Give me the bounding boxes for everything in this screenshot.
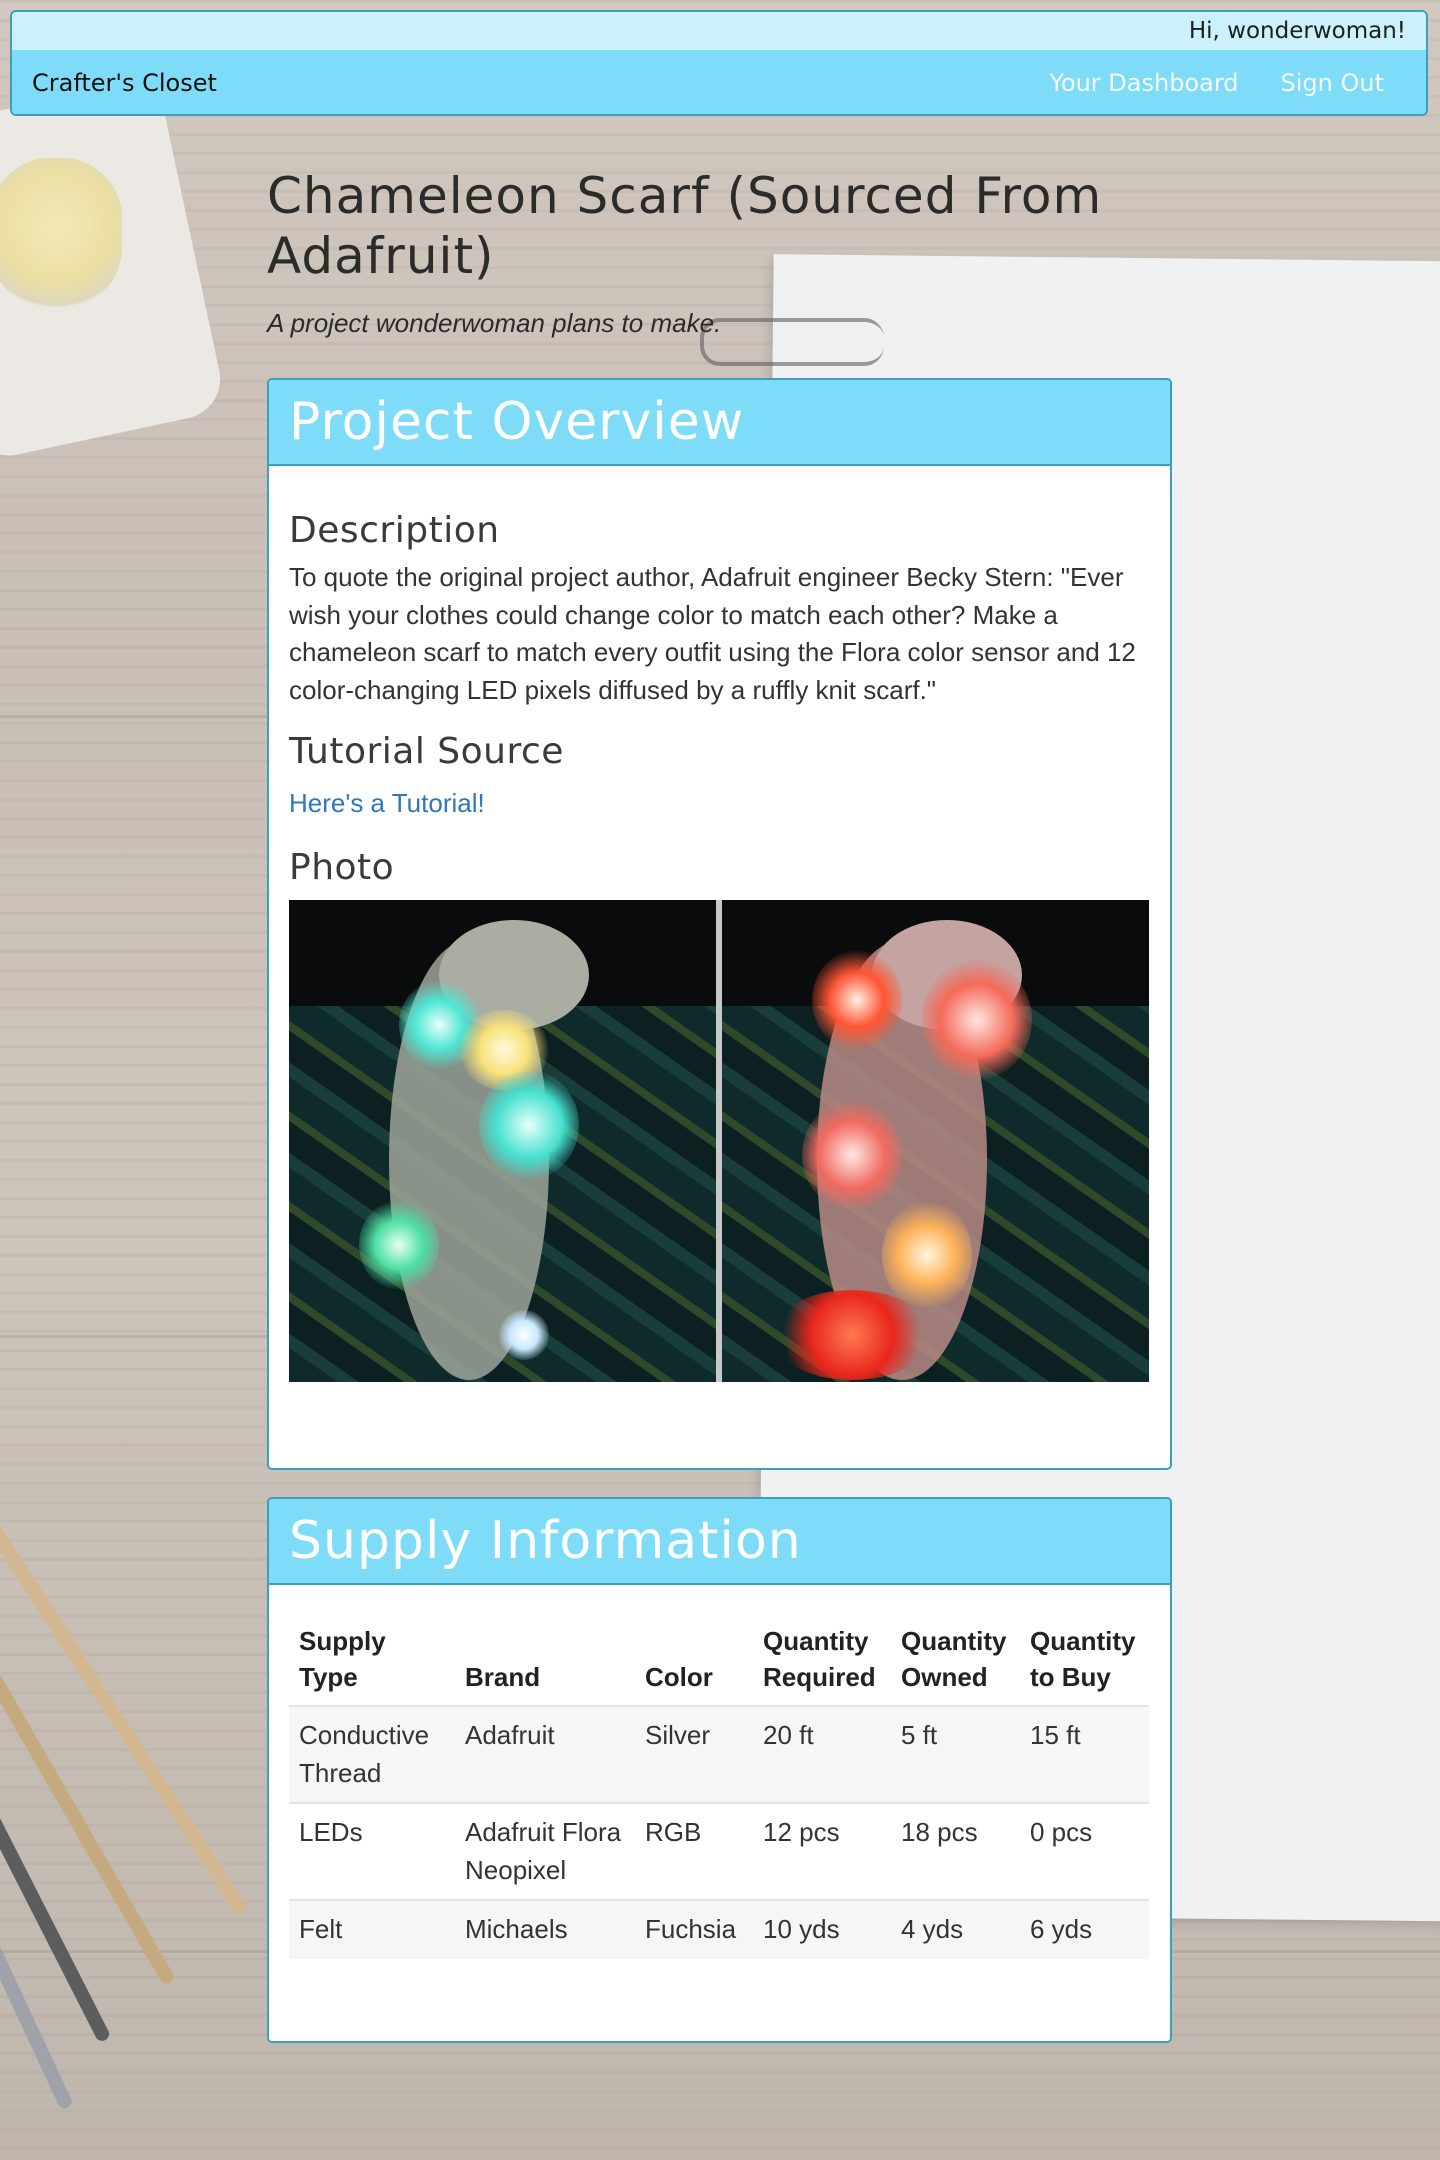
cell-quantity-required: 12 pcs [753, 1802, 891, 1900]
description-heading: Description [289, 510, 500, 551]
cell-brand: Adafruit [455, 1705, 635, 1803]
page-title: Chameleon Scarf (Sourced From Adafruit) [267, 167, 1103, 285]
cell-supply-type: Felt [289, 1899, 455, 1959]
column-header-quantity-required: Quantity Required [763, 1626, 876, 1692]
description-text: To quote the original project author, Ad… [289, 562, 1136, 705]
table-row: Conductive Thread Adafruit Silver 20 ft … [289, 1705, 1149, 1803]
cell-quantity-required: 20 ft [753, 1705, 891, 1803]
table-row: LEDs Adafruit Flora Neopixel RGB 12 pcs … [289, 1802, 1149, 1900]
supply-information-body: Supply Type Brand Color Quantity Require… [269, 1585, 1170, 1959]
page-subtitle: A project wonderwoman plans to make. [267, 308, 722, 338]
nav-sign-out-link[interactable]: Sign Out [1281, 69, 1385, 97]
cell-quantity-owned: 18 pcs [891, 1802, 1020, 1900]
greeting-bar: Hi, wonderwoman! [12, 12, 1426, 50]
project-photo [289, 900, 1149, 1382]
cell-color: Silver [635, 1705, 753, 1803]
user-greeting: Hi, wonderwoman! [1188, 18, 1406, 44]
project-overview-header: Project Overview [269, 380, 1170, 466]
column-header-supply-type: Supply Type [299, 1626, 386, 1692]
brand-link[interactable]: Crafter's Closet [32, 69, 217, 97]
project-overview-heading: Project Overview [289, 392, 745, 452]
supply-information-heading: Supply Information [289, 1511, 802, 1571]
column-header-brand: Brand [465, 1662, 541, 1692]
supply-table: Supply Type Brand Color Quantity Require… [289, 1613, 1149, 1959]
main-nav: Crafter's Closet Your Dashboard Sign Out [12, 50, 1426, 114]
cell-color: RGB [635, 1802, 753, 1900]
photo-scarf-teal [289, 900, 716, 1382]
page-header: Chameleon Scarf (Sourced From Adafruit) … [267, 166, 1167, 339]
cell-color: Fuchsia [635, 1899, 753, 1959]
cell-quantity-required: 10 yds [753, 1899, 891, 1959]
supply-table-header-row: Supply Type Brand Color Quantity Require… [289, 1613, 1149, 1706]
navbar: Hi, wonderwoman! Crafter's Closet Your D… [10, 10, 1428, 116]
tutorial-source-heading: Tutorial Source [289, 731, 564, 772]
cell-quantity-owned: 4 yds [891, 1899, 1020, 1959]
cell-brand: Michaels [455, 1899, 635, 1959]
column-header-color: Color [645, 1662, 713, 1692]
table-row: Felt Michaels Fuchsia 10 yds 4 yds 6 yds [289, 1899, 1149, 1959]
project-overview-body: Description To quote the original projec… [269, 510, 1170, 1382]
tutorial-link[interactable]: Here's a Tutorial! [289, 788, 485, 818]
cell-quantity-to-buy: 0 pcs [1020, 1802, 1149, 1900]
nav-dashboard-link[interactable]: Your Dashboard [1049, 69, 1238, 97]
photo-heading: Photo [289, 847, 395, 888]
cell-supply-type: Conductive Thread [289, 1705, 455, 1803]
supply-information-panel: Supply Information Supply Type Brand Col… [267, 1497, 1172, 2043]
supply-information-header: Supply Information [269, 1499, 1170, 1585]
cell-quantity-to-buy: 15 ft [1020, 1705, 1149, 1803]
column-header-quantity-owned: Quantity Owned [901, 1626, 1007, 1692]
nav-links: Your Dashboard Sign Out [1049, 69, 1406, 97]
photo-scarf-red [722, 900, 1149, 1382]
project-overview-panel: Project Overview Description To quote th… [267, 378, 1172, 1470]
cell-quantity-owned: 5 ft [891, 1705, 1020, 1803]
cell-supply-type: LEDs [289, 1802, 455, 1900]
cell-brand: Adafruit Flora Neopixel [455, 1802, 635, 1900]
column-header-quantity-to-buy: Quantity to Buy [1030, 1626, 1136, 1692]
cell-quantity-to-buy: 6 yds [1020, 1899, 1149, 1959]
